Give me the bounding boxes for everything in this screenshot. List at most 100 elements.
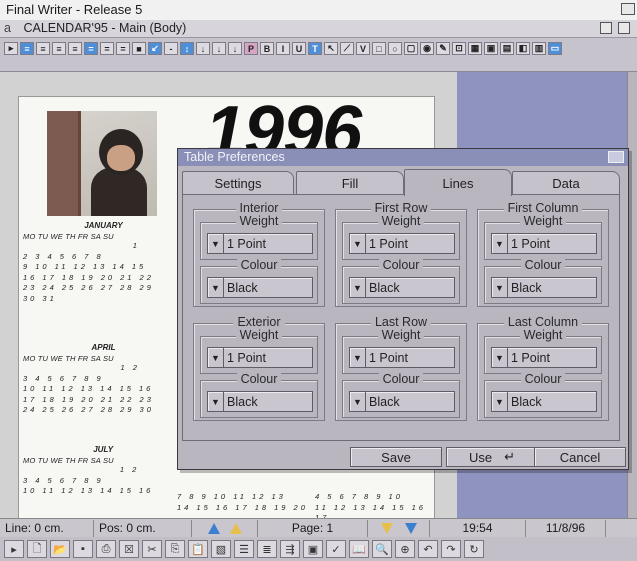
table-tool-button[interactable]: ▦ <box>468 42 482 55</box>
underline-button[interactable]: U <box>292 42 306 55</box>
interior-colour-popup[interactable]: ▼ Black <box>207 277 313 298</box>
use-button[interactable]: Use ↵ <box>446 447 538 467</box>
exterior-colour-popup[interactable]: ▼ Black <box>207 391 313 412</box>
toolbar-arrow-icon[interactable]: ▸ <box>4 42 18 55</box>
first-line-indent-icon[interactable] <box>380 522 393 534</box>
print-icon[interactable]: ⎙ <box>96 540 116 558</box>
tab-data[interactable]: Data <box>512 171 620 195</box>
app-titlebar[interactable]: Final Writer - Release 5 <box>0 0 637 20</box>
ellipse-tool-button[interactable]: ○ <box>388 42 402 55</box>
find-icon[interactable]: 🔍 <box>372 540 392 558</box>
tab-marker-icon[interactable] <box>404 522 417 534</box>
image-tool-button[interactable]: ▤ <box>500 42 514 55</box>
interior-weight-popup[interactable]: ▼ 1 Point <box>207 233 313 254</box>
zoom-in-icon[interactable]: ⊕ <box>395 540 415 558</box>
indent-markers[interactable] <box>192 519 258 537</box>
tab-decimal-button[interactable]: ↓ <box>196 42 210 55</box>
popup-arrow-icon: ▼ <box>350 348 366 367</box>
first-row-colour-popup[interactable]: ▼ Black <box>349 277 455 298</box>
line-tool-button[interactable]: ⟋ <box>340 42 354 55</box>
popup-arrow-icon: ▼ <box>350 392 366 411</box>
table-preferences-dialog: Table Preferences Settings Fill Lines Da… <box>177 148 629 470</box>
tab-settings[interactable]: Settings <box>182 171 294 195</box>
dialog-titlebar[interactable]: Table Preferences <box>178 149 628 166</box>
first-column-weight-popup[interactable]: ▼ 1 Point <box>491 233 597 254</box>
new-document-icon[interactable]: 🗋 <box>27 540 47 558</box>
spacing-custom-button[interactable]: ■ <box>132 42 146 55</box>
redo-icon[interactable]: ↷ <box>441 540 461 558</box>
circle-tool-button[interactable]: ◉ <box>420 42 434 55</box>
align-left-button[interactable]: ≡ <box>20 42 34 55</box>
tab-right-button[interactable]: - <box>164 42 178 55</box>
align-right-button[interactable]: ≡ <box>52 42 66 55</box>
spacing-single-button[interactable]: = <box>84 42 98 55</box>
window-button[interactable]: ▭ <box>548 42 562 55</box>
popup-arrow-icon: ▼ <box>208 278 224 297</box>
tab-down-button[interactable]: ↓ <box>212 42 226 55</box>
toolbar-arrow-icon[interactable]: ▸ <box>4 540 24 558</box>
formatting-toolbar: ▸ ≡ ≡ ≡ ≡ = = = ■ ↙ - ↕ ↓ ↓ ↓ P B I U T … <box>0 38 637 72</box>
command-toolbar: ▸ 🗋 📂 ▪ ⎙ ☒ ✂ ⎘ 📋 ▧ ☰ ≣ ⇶ ▣ ✓ 📖 🔍 ⊕ ↶ ↷ … <box>0 537 637 561</box>
document-depth-button[interactable] <box>618 22 630 34</box>
tab-center-button[interactable]: ↕ <box>180 42 194 55</box>
text-tool-button[interactable]: T <box>308 42 322 55</box>
paste-icon[interactable]: 📋 <box>188 540 208 558</box>
dialog-depth-button[interactable] <box>608 151 624 163</box>
thesaurus-icon[interactable]: 📖 <box>349 540 369 558</box>
cut-icon[interactable]: ✂ <box>142 540 162 558</box>
spell-check-icon[interactable]: ✓ <box>326 540 346 558</box>
save-button[interactable]: Save <box>350 447 442 467</box>
align-center-button[interactable]: ≡ <box>36 42 50 55</box>
outline-icon[interactable]: ≣ <box>257 540 277 558</box>
open-folder-icon[interactable]: 📂 <box>50 540 70 558</box>
first-row-weight-popup[interactable]: ▼ 1 Point <box>349 233 455 254</box>
frame-tool-button[interactable]: ▣ <box>484 42 498 55</box>
rounded-box-tool-button[interactable]: ▢ <box>404 42 418 55</box>
tab-fill[interactable]: Fill <box>296 171 404 195</box>
justify-button[interactable]: ≡ <box>68 42 82 55</box>
line-readout: Line: 0 cm. <box>0 519 94 537</box>
calendar-month: JANUARY MO TU WE TH FR SA SU 1 2 3 4 5 6… <box>23 221 154 303</box>
last-row-weight-popup[interactable]: ▼ 1 Point <box>349 347 455 368</box>
tab-lines[interactable]: Lines <box>404 169 512 196</box>
tab-clear-button[interactable]: ↓ <box>228 42 242 55</box>
page-view-button[interactable]: ◧ <box>516 42 530 55</box>
polyline-tool-button[interactable]: V <box>356 42 370 55</box>
save-disk-icon[interactable]: ▪ <box>73 540 93 558</box>
last-column-weight-popup[interactable]: ▼ 1 Point <box>491 347 597 368</box>
close-document-icon[interactable]: ☒ <box>119 540 139 558</box>
right-margin-marker-icon[interactable] <box>229 522 242 534</box>
zoom-tool-button[interactable]: ⊡ <box>452 42 466 55</box>
undo-icon[interactable]: ↶ <box>418 540 438 558</box>
return-icon: ↵ <box>504 449 516 464</box>
cancel-button[interactable]: Cancel <box>534 447 626 467</box>
document-zoom-button[interactable] <box>600 22 612 34</box>
indent-icon[interactable]: ⇶ <box>280 540 300 558</box>
italic-button[interactable]: I <box>276 42 290 55</box>
tab-left-button[interactable]: ↙ <box>148 42 162 55</box>
copy-icon[interactable]: ⎘ <box>165 540 185 558</box>
calendar-month: APRIL MO TU WE TH FR SA SU 1 2 3 4 5 6 7… <box>23 343 154 414</box>
window-depth-button[interactable] <box>621 3 635 15</box>
list-icon[interactable]: ☰ <box>234 540 254 558</box>
pointer-tool-button[interactable]: ↖ <box>324 42 338 55</box>
left-margin-marker-icon[interactable] <box>207 522 220 534</box>
frame-icon[interactable]: ▣ <box>303 540 323 558</box>
box-tool-button[interactable]: □ <box>372 42 386 55</box>
document-titlebar[interactable]: a CALENDAR'95 - Main (Body) <box>0 20 637 38</box>
freehand-tool-button[interactable]: ✎ <box>436 42 450 55</box>
clear-icon[interactable]: ▧ <box>211 540 231 558</box>
paragraph-markers[interactable] <box>368 519 430 537</box>
plain-text-button[interactable]: P <box>244 42 258 55</box>
last-column-colour-popup[interactable]: ▼ Black <box>491 391 597 412</box>
refresh-icon[interactable]: ↻ <box>464 540 484 558</box>
bold-button[interactable]: B <box>260 42 274 55</box>
first-column-colour-popup[interactable]: ▼ Black <box>491 277 597 298</box>
last-row-colour-popup[interactable]: ▼ Black <box>349 391 455 412</box>
exterior-weight-popup[interactable]: ▼ 1 Point <box>207 347 313 368</box>
date-readout: 11/8/96 <box>526 519 606 537</box>
spacing-double-button[interactable]: = <box>100 42 114 55</box>
spacing-triple-button[interactable]: = <box>116 42 130 55</box>
page-readout: Page: 1 <box>258 519 368 537</box>
columns-button[interactable]: ▥ <box>532 42 546 55</box>
